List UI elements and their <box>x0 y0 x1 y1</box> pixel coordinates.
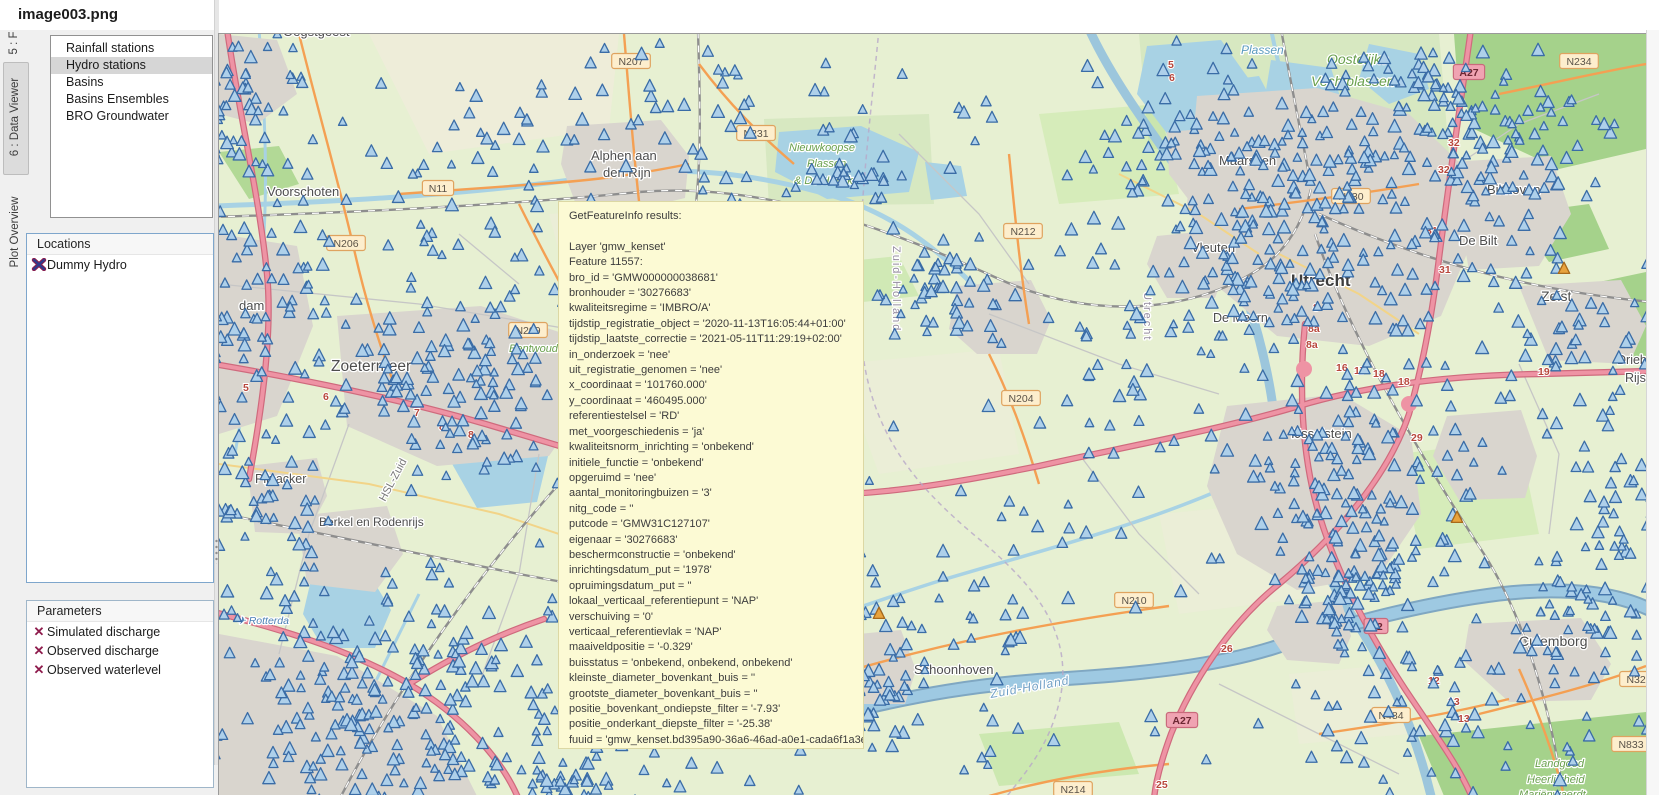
svg-text:N204: N204 <box>1008 393 1033 405</box>
layers-item-rainfall-stations[interactable]: Rainfall stations <box>51 40 212 57</box>
svg-text:18: 18 <box>1398 376 1410 388</box>
svg-text:29: 29 <box>1411 432 1423 444</box>
locations-header: Locations <box>27 234 213 255</box>
svg-text:26: 26 <box>1221 643 1233 655</box>
tab-data-viewer[interactable]: 6 : Data Viewer <box>9 78 21 156</box>
location-item-dummy-hydro[interactable]: Dummy Hydro <box>27 255 213 274</box>
svg-text:Plassen: Plassen <box>1241 43 1284 57</box>
locations-panel: Locations Dummy Hydro <box>26 233 214 583</box>
svg-text:6: 6 <box>1169 72 1175 84</box>
svg-text:Mariënwaerdt: Mariënwaerdt <box>1519 789 1587 795</box>
svg-text:De Bilt: De Bilt <box>1459 233 1498 248</box>
tab-plot-overview[interactable]: Plot Overview <box>9 197 21 268</box>
parameter-item-label: Observed discharge <box>47 644 159 658</box>
svg-text:N212: N212 <box>1010 226 1035 238</box>
svg-text:N833: N833 <box>1618 739 1643 751</box>
window-title: image003.png <box>18 6 118 23</box>
parameter-item-observed-discharge[interactable]: ✕ Observed discharge <box>27 641 213 660</box>
svg-text:25: 25 <box>1156 779 1168 791</box>
svg-text:N234: N234 <box>1566 56 1591 68</box>
layers-item-bro-groundwater[interactable]: BRO Groundwater <box>51 108 212 125</box>
location-marker-icon <box>31 258 47 271</box>
application-window: image003.png 5 : F 6 : Data Viewer Plot … <box>0 0 1659 795</box>
left-dock: 5 : F 6 : Data Viewer Plot Overview Rain… <box>0 30 218 795</box>
svg-text:N214: N214 <box>1060 784 1085 795</box>
svg-text:6: 6 <box>323 391 329 403</box>
svg-text:Rijsenburg: Rijsenburg <box>1625 371 1646 385</box>
svg-text:Zuid-Holland: Zuid-Holland <box>890 246 902 332</box>
x-marker-icon: ✕ <box>31 662 47 678</box>
svg-text:Berkel en Rodenrijs: Berkel en Rodenrijs <box>319 515 424 529</box>
layers-list: Rainfall stations Hydro stations Basins … <box>50 35 213 218</box>
svg-text:5: 5 <box>1168 59 1174 71</box>
svg-text:✈ Rotterda: ✈ Rotterda <box>237 615 289 627</box>
svg-text:A27: A27 <box>1172 715 1191 727</box>
parameter-item-observed-waterlevel[interactable]: ✕ Observed waterlevel <box>27 660 213 679</box>
svg-text:31: 31 <box>1439 264 1451 276</box>
layers-item-basins-ensembles[interactable]: Basins Ensembles <box>51 91 212 108</box>
parameter-item-label: Observed waterlevel <box>47 663 161 677</box>
svg-text:19: 19 <box>1538 366 1550 378</box>
x-marker-icon: ✕ <box>31 643 47 659</box>
svg-text:32: 32 <box>1448 137 1460 149</box>
right-gutter <box>1646 30 1659 795</box>
getfeatureinfo-popup: GetFeatureInfo results: Layer 'gmw_kense… <box>558 201 864 749</box>
parameters-header: Parameters <box>27 601 213 622</box>
layers-item-hydro-stations[interactable]: Hydro stations <box>51 57 212 74</box>
svg-text:5: 5 <box>243 382 249 394</box>
svg-text:N11: N11 <box>429 183 448 195</box>
svg-text:Nieuwkoopse: Nieuwkoopse <box>789 142 855 154</box>
parameter-item-label: Simulated discharge <box>47 625 160 639</box>
svg-text:Zoetermeer: Zoetermeer <box>331 358 411 375</box>
layers-item-basins[interactable]: Basins <box>51 74 212 91</box>
svg-text:8a: 8a <box>1306 339 1318 351</box>
svg-text:Alphen aan: Alphen aan <box>591 148 657 163</box>
svg-text:13: 13 <box>1458 713 1470 725</box>
map-canvas: OegstgeestVoorschotendamZoetermeerPijnac… <box>219 34 1646 795</box>
svg-text:N206: N206 <box>333 238 358 250</box>
svg-text:Oegstgeest: Oegstgeest <box>283 34 350 39</box>
title-bar: image003.png <box>0 0 1659 30</box>
svg-text:Oostelijke: Oostelijke <box>1327 51 1389 67</box>
tab-5-f[interactable]: 5 : F <box>8 31 20 54</box>
x-marker-icon: ✕ <box>31 624 47 640</box>
map-view[interactable]: OegstgeestVoorschotendamZoetermeerPijnac… <box>218 33 1646 795</box>
parameters-panel: Parameters ✕ Simulated discharge ✕ Obser… <box>26 600 214 788</box>
location-item-label: Dummy Hydro <box>47 258 127 272</box>
svg-text:Culemborg: Culemborg <box>1519 633 1587 649</box>
parameter-item-simulated-discharge[interactable]: ✕ Simulated discharge <box>27 622 213 641</box>
svg-text:dam: dam <box>239 298 264 313</box>
